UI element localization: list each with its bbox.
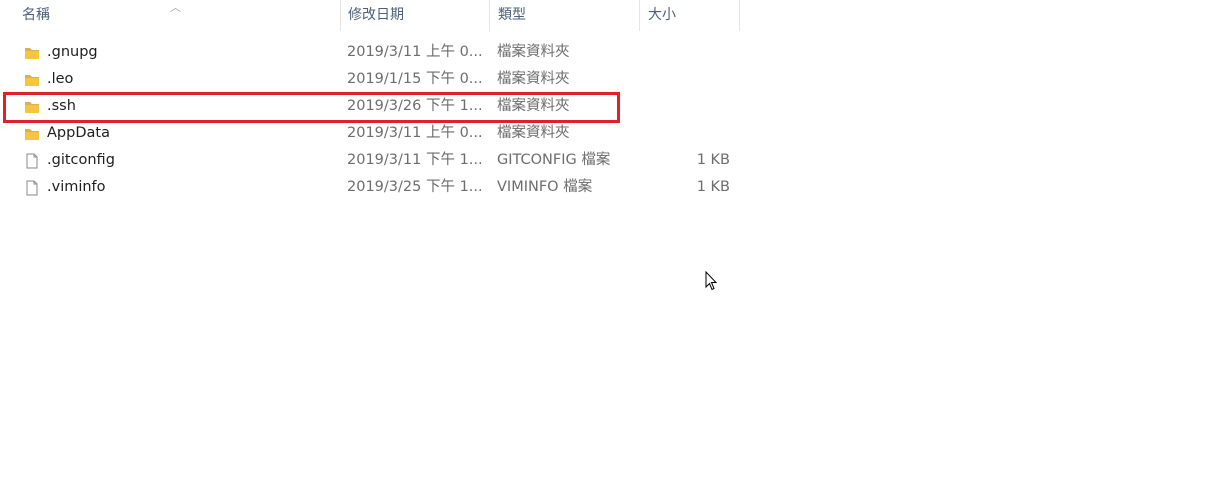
- file-type: VIMINFO 檔案: [497, 179, 593, 195]
- file-row-leo[interactable]: .leo 2019/1/15 下午 0... 檔案資料夾: [0, 66, 740, 93]
- mouse-cursor-icon: [705, 271, 718, 291]
- file-list: .gnupg 2019/3/11 上午 0... 檔案資料夾 .leo 2019…: [0, 39, 740, 201]
- column-header-size[interactable]: 大小: [640, 0, 740, 31]
- file-row-ssh[interactable]: .ssh 2019/3/26 下午 1... 檔案資料夾: [0, 93, 740, 120]
- folder-icon: [25, 48, 39, 59]
- column-header-type-label: 類型: [498, 7, 526, 23]
- file-modified: 2019/1/15 下午 0...: [347, 71, 482, 87]
- file-modified: 2019/3/11 上午 0...: [347, 125, 482, 141]
- column-header-type[interactable]: 類型: [490, 0, 640, 31]
- column-header-bar: 名稱 ︿ 修改日期 類型 大小: [0, 0, 740, 31]
- file-name: AppData: [47, 125, 110, 141]
- file-name: .viminfo: [47, 179, 106, 195]
- column-header-name-label: 名稱: [22, 7, 50, 23]
- file-size: 1 KB: [696, 179, 730, 195]
- file-row-gitconfig[interactable]: .gitconfig 2019/3/11 下午 1... GITCONFIG 檔…: [0, 147, 740, 174]
- file-name: .leo: [47, 71, 74, 87]
- file-type: 檔案資料夾: [497, 71, 570, 87]
- file-type: 檔案資料夾: [497, 98, 570, 114]
- file-row-gnupg[interactable]: .gnupg 2019/3/11 上午 0... 檔案資料夾: [0, 39, 740, 66]
- column-header-modified-label: 修改日期: [348, 7, 404, 23]
- file-row-viminfo[interactable]: .viminfo 2019/3/25 下午 1... VIMINFO 檔案 1 …: [0, 174, 740, 201]
- file-modified: 2019/3/26 下午 1...: [347, 98, 482, 114]
- file-name: .gnupg: [47, 44, 98, 60]
- file-name: .ssh: [47, 98, 76, 114]
- folder-icon: [25, 102, 39, 113]
- file-type: GITCONFIG 檔案: [497, 152, 611, 168]
- file-icon: [26, 153, 38, 169]
- file-type: 檔案資料夾: [497, 125, 570, 141]
- file-row-appdata[interactable]: AppData 2019/3/11 上午 0... 檔案資料夾: [0, 120, 740, 147]
- folder-icon: [25, 75, 39, 86]
- file-explorer-details-pane: 名稱 ︿ 修改日期 類型 大小 .gnupg 2019/3/11 上午 0...…: [0, 0, 1208, 500]
- sort-ascending-icon: ︿: [170, 1, 181, 14]
- column-header-size-label: 大小: [648, 7, 676, 23]
- column-divider[interactable]: [739, 0, 740, 31]
- file-modified: 2019/3/11 上午 0...: [347, 44, 482, 60]
- column-header-modified[interactable]: 修改日期: [340, 0, 490, 31]
- file-type: 檔案資料夾: [497, 44, 570, 60]
- file-size: 1 KB: [696, 152, 730, 168]
- folder-icon: [25, 129, 39, 140]
- file-modified: 2019/3/11 下午 1...: [347, 152, 482, 168]
- file-name: .gitconfig: [47, 152, 115, 168]
- file-icon: [26, 180, 38, 196]
- file-modified: 2019/3/25 下午 1...: [347, 179, 482, 195]
